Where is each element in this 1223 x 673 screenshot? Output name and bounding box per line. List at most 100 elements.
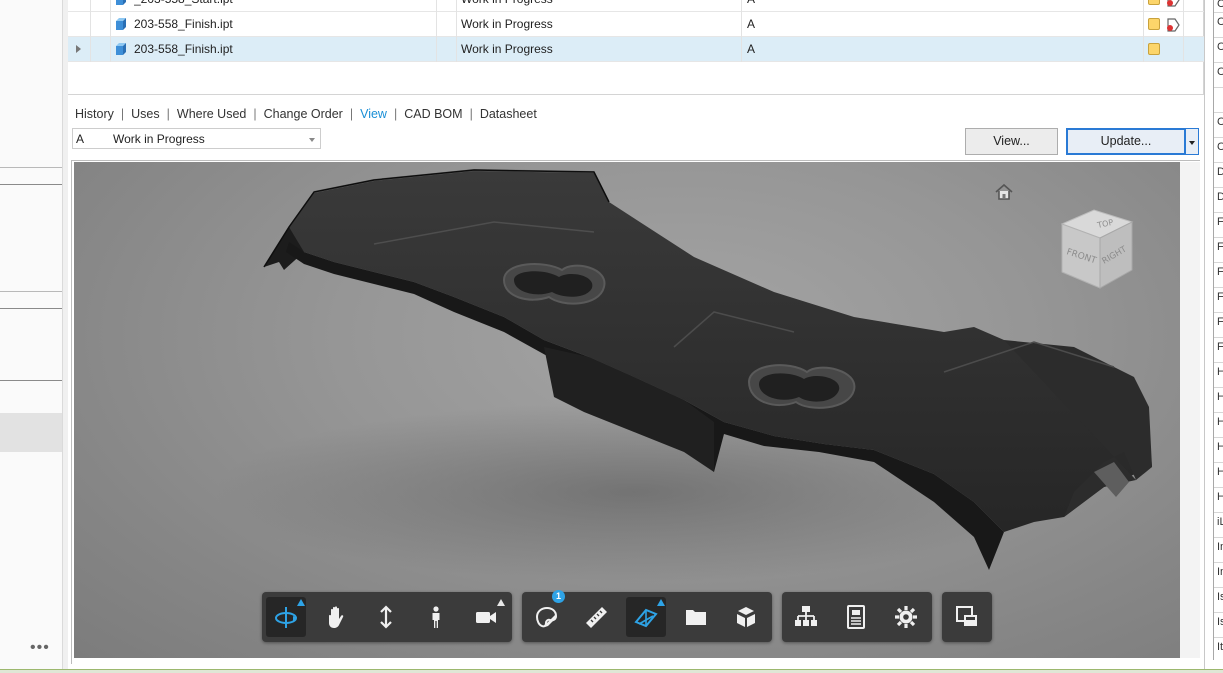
list-item[interactable]: C xyxy=(1217,15,1223,29)
explode-cube-icon xyxy=(737,607,755,627)
tag-icon xyxy=(1167,18,1180,32)
fullscreen-icon xyxy=(956,606,977,626)
update-button[interactable]: Update... xyxy=(1066,128,1186,155)
model-structure-button[interactable] xyxy=(786,597,826,637)
list-item[interactable]: H xyxy=(1217,415,1223,429)
tag-icon xyxy=(1167,0,1180,7)
zoom-button[interactable] xyxy=(366,597,406,637)
list-item[interactable]: Is xyxy=(1217,590,1223,604)
divider xyxy=(0,308,62,309)
revision: A xyxy=(747,17,756,31)
markup-button[interactable]: 1 xyxy=(526,590,566,637)
navigation-toolbar xyxy=(262,592,512,642)
model-browser-button[interactable] xyxy=(676,597,716,637)
properties-list: C C C C C C D D F F F F F F H H H H H H … xyxy=(1213,0,1223,660)
tab-datasheet[interactable]: Datasheet xyxy=(480,107,537,121)
list-item[interactable]: F xyxy=(1217,315,1223,329)
table-row[interactable]: _203-558_Start.ipt Work in Progress A xyxy=(68,0,1204,12)
divider xyxy=(0,167,62,168)
list-item[interactable]: Is xyxy=(1217,615,1223,629)
structure-tree-icon xyxy=(795,606,817,626)
markup-icon xyxy=(535,606,558,628)
tab-where-used[interactable]: Where Used xyxy=(177,107,246,121)
list-item[interactable]: In xyxy=(1217,540,1223,554)
revision-letter: A xyxy=(76,132,85,146)
list-item[interactable]: F xyxy=(1217,290,1223,304)
update-dropdown-button[interactable] xyxy=(1185,128,1199,155)
list-item[interactable]: F xyxy=(1217,215,1223,229)
list-item[interactable]: D xyxy=(1217,165,1223,179)
fullscreen-button[interactable] xyxy=(947,597,987,637)
viewcube[interactable]: TOP FRONT RIGHT xyxy=(1056,202,1138,292)
pan-button[interactable] xyxy=(316,597,356,637)
list-item[interactable]: F xyxy=(1217,240,1223,254)
list-item[interactable]: D xyxy=(1217,190,1223,204)
part-file-icon xyxy=(116,43,126,55)
explode-model-button[interactable] xyxy=(726,597,766,637)
orbit-icon xyxy=(275,607,297,628)
list-item[interactable]: H xyxy=(1217,490,1223,504)
view-button[interactable]: View... xyxy=(965,128,1058,155)
expand-row-icon[interactable] xyxy=(76,45,81,53)
list-item[interactable]: It xyxy=(1217,640,1223,654)
revision-dropdown[interactable]: A Work in Progress xyxy=(72,128,321,149)
tab-uses[interactable]: Uses xyxy=(131,107,159,121)
left-panel: ••• xyxy=(0,0,62,673)
file-name[interactable]: 203-558_Finish.ipt xyxy=(134,12,434,37)
tab-history[interactable]: History xyxy=(75,107,114,121)
state-color-swatch xyxy=(1148,0,1160,5)
more-options-icon[interactable]: ••• xyxy=(30,640,50,656)
markup-count-badge: 1 xyxy=(552,590,565,603)
flyout-indicator-icon xyxy=(297,599,305,606)
list-item[interactable]: C xyxy=(1217,65,1223,79)
section-analysis-button[interactable] xyxy=(626,597,666,637)
viewer-scrollbar[interactable] xyxy=(1180,162,1200,658)
section-icon xyxy=(634,608,658,628)
list-item[interactable]: C xyxy=(1217,115,1223,129)
file-name[interactable]: _203-558_Start.ipt xyxy=(134,0,434,12)
list-item[interactable]: H xyxy=(1217,465,1223,479)
splitter[interactable] xyxy=(62,0,68,673)
camera-icon xyxy=(476,612,496,623)
first-person-button[interactable] xyxy=(416,597,456,637)
list-item[interactable]: H xyxy=(1217,365,1223,379)
revision: A xyxy=(747,0,807,12)
properties-button[interactable] xyxy=(836,597,876,637)
list-item[interactable]: iL xyxy=(1217,515,1223,529)
fullscreen-toolbar xyxy=(942,592,992,642)
table-row[interactable]: 203-558_Finish.ipt Work in Progress A xyxy=(68,12,1204,37)
list-item[interactable]: C xyxy=(1217,40,1223,54)
lifecycle-state: Work in Progress xyxy=(461,0,741,12)
divider xyxy=(0,184,62,185)
part-file-icon xyxy=(116,0,126,5)
list-item[interactable]: C xyxy=(1217,140,1223,154)
list-item[interactable]: F xyxy=(1217,340,1223,354)
list-item[interactable]: H xyxy=(1217,440,1223,454)
part-file-icon xyxy=(116,18,126,30)
list-item[interactable]: H xyxy=(1217,390,1223,404)
tab-cad-bom[interactable]: CAD BOM xyxy=(404,107,462,121)
measure-button[interactable] xyxy=(576,597,616,637)
list-item[interactable]: In xyxy=(1217,565,1223,579)
settings-button[interactable] xyxy=(886,597,926,637)
tab-change-order[interactable]: Change Order xyxy=(264,107,343,121)
file-name[interactable]: 203-558_Finish.ipt xyxy=(134,37,434,62)
tab-view[interactable]: View xyxy=(360,107,387,121)
camera-button[interactable] xyxy=(466,597,506,637)
flyout-indicator-icon xyxy=(497,599,505,606)
hand-icon xyxy=(329,606,344,628)
dolly-icon xyxy=(380,605,392,629)
orbit-button[interactable] xyxy=(266,597,306,637)
left-panel-selected-item[interactable] xyxy=(0,413,62,452)
divider xyxy=(0,291,62,292)
home-view-icon[interactable] xyxy=(993,182,1015,202)
list-item[interactable]: F xyxy=(1217,265,1223,279)
revision: A xyxy=(747,42,756,56)
list-item[interactable]: C xyxy=(1217,0,1223,11)
table-row-selected[interactable]: 203-558_Finish.ipt Work in Progress A xyxy=(68,37,1204,62)
3d-viewer[interactable]: TOP FRONT RIGHT 1 xyxy=(74,162,1180,658)
status-strip xyxy=(0,669,1223,673)
gear-icon xyxy=(895,606,917,628)
lifecycle-state: Work in Progress xyxy=(461,42,553,56)
person-icon xyxy=(432,606,440,628)
